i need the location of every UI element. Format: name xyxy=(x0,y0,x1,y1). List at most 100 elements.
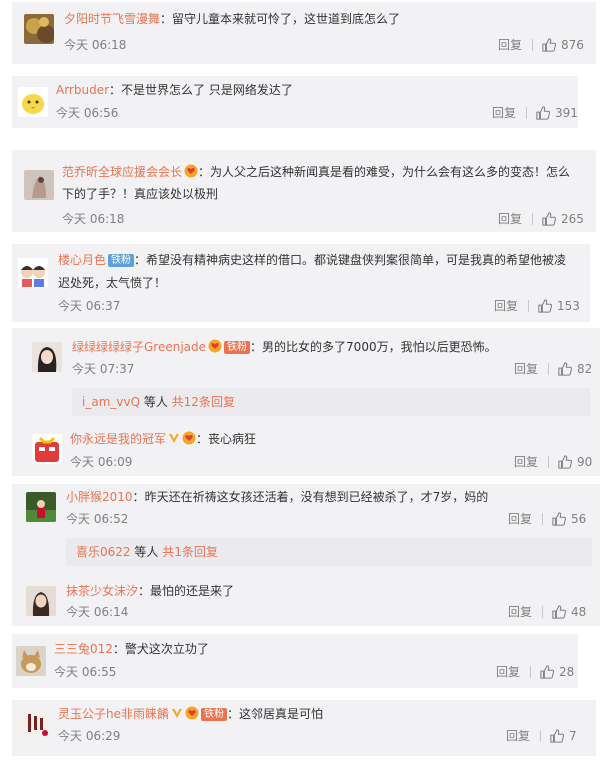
divider xyxy=(526,107,527,119)
username-link[interactable]: 小胖猴2010 xyxy=(66,490,133,504)
sub-reply-user[interactable]: i_am_vvQ xyxy=(82,395,140,409)
comment-line-continued: 迟处死，太气愤了！ xyxy=(58,272,166,294)
fan-heart-icon xyxy=(184,164,198,178)
username-link[interactable]: 夕阳时节飞雪漫舞 xyxy=(64,12,160,26)
colon: ： xyxy=(198,165,211,179)
reply-button[interactable]: 回复 xyxy=(514,454,538,470)
like-button[interactable]: 90 xyxy=(558,454,592,470)
avatar[interactable] xyxy=(32,342,62,372)
username-link[interactable]: 你永远是我的冠军 xyxy=(70,432,166,446)
username-link[interactable]: Arrbuder xyxy=(56,83,109,97)
username-link[interactable]: 灵玉公子he非雨睐餚 xyxy=(58,707,169,721)
fan-badge: 铁粉 xyxy=(108,254,135,267)
reply-button[interactable]: 回复 xyxy=(508,511,532,527)
like-button[interactable]: 28 xyxy=(540,664,574,680)
reply-button[interactable]: 回复 xyxy=(498,37,522,53)
username-link[interactable]: 楼心月色 xyxy=(58,253,106,267)
thumbs-up-icon xyxy=(558,455,572,469)
comment-line: 绿绿绿绿绿子Greenjade 铁粉 ：男的比女的多了7000万，我怕以后更恐怖。 xyxy=(72,336,497,358)
divider xyxy=(528,300,529,312)
comment-line-continued: 下的了手？！真应该处以极刑 xyxy=(62,183,218,205)
username-link[interactable]: 绿绿绿绿绿子Greenjade xyxy=(72,340,206,354)
comment-line: 抹茶少女沫汐：最怕的还是来了 xyxy=(66,580,234,602)
timestamp: 今天 06:18 xyxy=(64,38,127,52)
like-button[interactable]: 48 xyxy=(552,604,586,620)
like-button[interactable]: 153 xyxy=(538,298,580,314)
reply-button[interactable]: 回复 xyxy=(498,211,522,227)
like-count: 391 xyxy=(555,106,578,120)
comment-line: 楼心月色 铁粉 ：希望没有精神病史这样的借口。都说键盘侠判案很简单，可是我真的希望他… xyxy=(58,249,566,271)
username-link[interactable]: 抹茶少女沫汐 xyxy=(66,584,138,598)
vip-v-icon xyxy=(171,707,183,719)
fan-heart-icon xyxy=(182,431,196,445)
timestamp: 今天 06:09 xyxy=(70,455,133,469)
comment-line: 三三兔012：警犬这次立功了 xyxy=(54,638,209,660)
like-button[interactable]: 391 xyxy=(536,105,578,121)
timestamp: 今天 06:56 xyxy=(56,106,119,120)
timestamp: 今天 07:37 xyxy=(72,362,135,376)
colon: ： xyxy=(132,490,145,504)
sub-reply-count-link[interactable]: 共12条回复 xyxy=(172,395,235,409)
timestamp: 今天 06:55 xyxy=(54,665,117,679)
username-link[interactable]: 范乔昕全球应援会会长 xyxy=(62,165,182,179)
comment-card: 夕阳时节飞雪漫舞：留守儿童本来就可怜了，这世道到底怎么了 今天 06:18 回复… xyxy=(12,2,596,64)
like-button[interactable]: 7 xyxy=(550,728,577,744)
thumbs-up-icon xyxy=(540,665,554,679)
divider xyxy=(542,513,543,525)
avatar[interactable] xyxy=(26,492,56,522)
comment-text: 男的比女的多了7000万，我怕以后更恐怖。 xyxy=(262,340,497,354)
thumbs-up-icon xyxy=(542,38,556,52)
colon: ： xyxy=(134,253,147,267)
like-button[interactable]: 265 xyxy=(542,211,584,227)
thumbs-up-icon xyxy=(552,512,566,526)
colon: ： xyxy=(250,340,263,354)
avatar[interactable] xyxy=(24,14,54,44)
colon: ： xyxy=(109,83,122,97)
like-button[interactable]: 876 xyxy=(542,37,584,53)
reply-button[interactable]: 回复 xyxy=(492,105,516,121)
divider xyxy=(530,666,531,678)
reply-button[interactable]: 回复 xyxy=(508,604,532,620)
avatar[interactable] xyxy=(24,170,54,200)
sub-reply-mid: 等人 xyxy=(130,545,163,559)
sub-replies-bar[interactable]: 喜乐0622 等人 共1条回复 xyxy=(66,538,592,566)
reply-button[interactable]: 回复 xyxy=(494,298,518,314)
divider xyxy=(548,456,549,468)
reply-button[interactable]: 回复 xyxy=(514,361,538,377)
divider xyxy=(542,606,543,618)
comment-text: 警犬这次立功了 xyxy=(124,642,209,656)
avatar[interactable] xyxy=(18,87,48,117)
comment-text: 希望没有精神病史这样的借口。都说键盘侠判案很简单，可是我真的希望他被凌 xyxy=(146,253,567,267)
colon: ： xyxy=(227,707,240,721)
thumbs-up-icon xyxy=(538,299,552,313)
comment-text: 下的了手？！真应该处以极刑 xyxy=(62,187,219,201)
comment-text: 留守儿童本来就可怜了，这世道到底怎么了 xyxy=(172,12,401,26)
sub-reply-count-link[interactable]: 共1条回复 xyxy=(162,545,218,559)
comment-text: 丧心病狂 xyxy=(208,432,257,446)
reply-button[interactable]: 回复 xyxy=(506,728,530,744)
comment-line: 小胖猴2010：昨天还在祈祷这女孩还活着，没有想到已经被杀了，才7岁，妈的 xyxy=(66,486,488,508)
like-button[interactable]: 56 xyxy=(552,511,586,527)
like-count: 28 xyxy=(559,665,575,679)
sub-reply-user[interactable]: 喜乐0622 xyxy=(76,545,131,559)
fan-badge: 铁粉 xyxy=(201,708,227,721)
sub-replies-bar[interactable]: i_am_vvQ 等人 共12条回复 xyxy=(72,388,590,416)
avatar[interactable] xyxy=(32,434,62,464)
reply-button[interactable]: 回复 xyxy=(496,664,520,680)
colon: ： xyxy=(112,642,125,656)
timestamp: 今天 06:37 xyxy=(58,299,121,313)
avatar[interactable] xyxy=(20,708,50,738)
comment-line: 灵玉公子he非雨睐餚 铁粉 ：这邻居真是可怕 xyxy=(58,703,323,725)
colon: ： xyxy=(160,12,173,26)
like-button[interactable]: 82 xyxy=(558,361,592,377)
thumbs-up-icon xyxy=(550,729,564,743)
thumbs-up-icon xyxy=(542,212,556,226)
like-count: 7 xyxy=(569,729,577,743)
comment-text: 昨天还在祈祷这女孩还活着，没有想到已经被杀了，才7岁，妈的 xyxy=(144,490,489,504)
colon: ： xyxy=(196,432,209,446)
timestamp: 今天 06:18 xyxy=(62,212,125,226)
avatar[interactable] xyxy=(16,646,46,676)
username-link[interactable]: 三三兔012 xyxy=(54,642,113,656)
avatar[interactable] xyxy=(26,586,56,616)
avatar[interactable] xyxy=(18,258,48,288)
